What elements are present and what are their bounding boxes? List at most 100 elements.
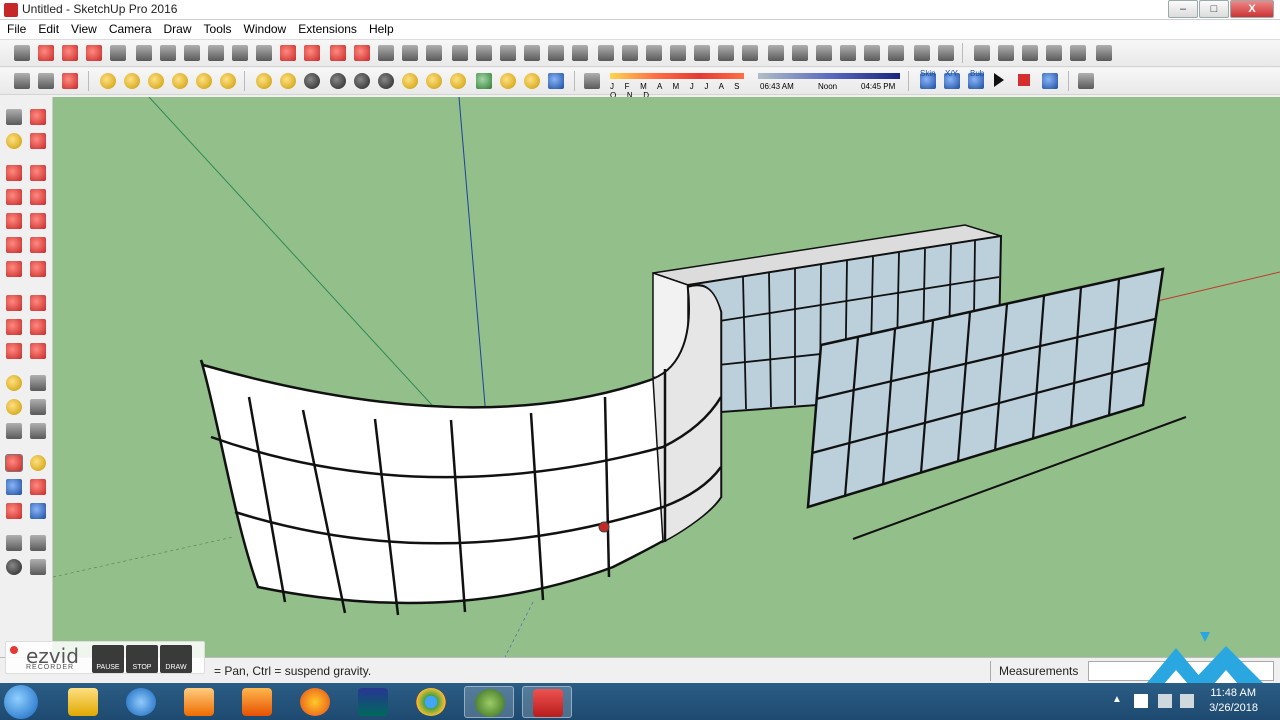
freehand-icon[interactable]: [30, 165, 46, 181]
two-point-arc-icon[interactable]: [30, 237, 46, 253]
previous-view-icon[interactable]: [30, 503, 46, 519]
render-rb-icon[interactable]: [354, 73, 370, 89]
stop-icon[interactable]: [1018, 74, 1030, 86]
polygon-icon[interactable]: [30, 213, 46, 229]
push-pull-icon[interactable]: [30, 295, 46, 311]
gear-render-icon[interactable]: [524, 73, 540, 89]
text-icon[interactable]: [30, 399, 46, 415]
cut-tool-icon[interactable]: [86, 45, 102, 61]
bars-tool-icon[interactable]: [792, 45, 808, 61]
extension-store-icon[interactable]: [1096, 45, 1112, 61]
render-rt-icon[interactable]: [330, 73, 346, 89]
curve-tool-icon[interactable]: [38, 45, 54, 61]
drawing-viewport[interactable]: [53, 97, 1280, 657]
maximize-button[interactable]: □: [1199, 0, 1229, 18]
array-tool-icon[interactable]: [426, 45, 442, 61]
ramp-tool-icon[interactable]: [548, 45, 564, 61]
share-model-icon[interactable]: [1046, 45, 1062, 61]
start-button[interactable]: [4, 685, 38, 719]
rectangle-icon[interactable]: [6, 189, 22, 205]
tape-measure-icon[interactable]: [6, 375, 22, 391]
camera-path-icon[interactable]: [1078, 73, 1094, 89]
sketchup-app-icon[interactable]: [4, 3, 18, 17]
circle-icon[interactable]: [6, 213, 22, 229]
lines-tool-icon[interactable]: [598, 45, 614, 61]
ezvid-pause-button[interactable]: PAUSE: [92, 645, 124, 673]
render-r-icon[interactable]: [304, 73, 320, 89]
dimension-icon[interactable]: [30, 375, 46, 391]
divide-tool-icon[interactable]: [378, 45, 394, 61]
protractor-icon[interactable]: [6, 399, 22, 415]
look-around-icon[interactable]: [30, 535, 46, 551]
pie-icon[interactable]: [30, 261, 46, 277]
close-button[interactable]: X: [1230, 0, 1274, 18]
target-icon[interactable]: [220, 73, 236, 89]
line-icon[interactable]: [6, 165, 22, 181]
mirror-tool-icon[interactable]: [622, 45, 638, 61]
section-plane-icon[interactable]: [62, 73, 78, 89]
shadow-time-slider[interactable]: 06:43 AM Noon 04:45 PM: [758, 70, 900, 93]
text-tool-icon[interactable]: [646, 45, 662, 61]
taskbar-sketchup[interactable]: [522, 686, 572, 718]
stretch-tool-icon[interactable]: [670, 45, 686, 61]
scale-icon[interactable]: [6, 343, 22, 359]
sparkle-icon[interactable]: [500, 73, 516, 89]
offset-icon[interactable]: [30, 343, 46, 359]
shape-tool-icon[interactable]: [136, 45, 152, 61]
taskbar-utorrent[interactable]: [464, 686, 514, 718]
follow-me-icon[interactable]: [30, 319, 46, 335]
zoom-icon[interactable]: [6, 479, 22, 495]
pillar-tool-icon[interactable]: [768, 45, 784, 61]
spiral-tool-icon[interactable]: [232, 45, 248, 61]
rotate-icon[interactable]: [6, 319, 22, 335]
make-component-icon[interactable]: [30, 109, 46, 125]
orbit-icon[interactable]: [14, 73, 30, 89]
label-tool-icon[interactable]: [476, 45, 492, 61]
components-icon[interactable]: [998, 45, 1014, 61]
select-icon[interactable]: [6, 109, 22, 125]
menu-camera[interactable]: Camera: [103, 20, 158, 38]
three-point-arc-icon[interactable]: [6, 261, 22, 277]
plant-icon[interactable]: [476, 73, 492, 89]
axes-icon[interactable]: [6, 423, 22, 439]
zoom-extents-icon[interactable]: [6, 503, 22, 519]
pin-icon[interactable]: [38, 73, 54, 89]
lathe-tool-icon[interactable]: [160, 45, 176, 61]
taskbar-app-ear[interactable]: [232, 686, 282, 718]
pan-icon[interactable]: [30, 455, 46, 471]
clock-time[interactable]: 11:48 AM: [1210, 687, 1256, 699]
layers-tool-icon[interactable]: [524, 45, 540, 61]
taskbar-chrome[interactable]: [406, 686, 456, 718]
paint-bucket-icon[interactable]: [6, 133, 22, 149]
rotated-rectangle-icon[interactable]: [30, 189, 46, 205]
move-icon[interactable]: [6, 295, 22, 311]
lamp-icon[interactable]: [172, 73, 188, 89]
chamfer-tool-icon[interactable]: [354, 45, 370, 61]
bulb-icon[interactable]: [196, 73, 212, 89]
render-m-icon[interactable]: [256, 73, 272, 89]
wave-tool-icon[interactable]: [864, 45, 880, 61]
minimize-button[interactable]: –: [1168, 0, 1198, 18]
walk-icon[interactable]: [6, 559, 22, 575]
taskbar-media-player[interactable]: [174, 686, 224, 718]
menu-view[interactable]: View: [65, 20, 103, 38]
spotlight-icon[interactable]: [124, 73, 140, 89]
menu-window[interactable]: Window: [238, 20, 293, 38]
render-globe-icon[interactable]: [378, 73, 394, 89]
menu-tools[interactable]: Tools: [198, 20, 238, 38]
joint-tool-icon[interactable]: [718, 45, 734, 61]
rotate-tool-icon[interactable]: [14, 45, 30, 61]
extrude-tool-icon[interactable]: [280, 45, 296, 61]
taskbar-ie[interactable]: [116, 686, 166, 718]
offset-tool-icon[interactable]: [256, 45, 272, 61]
menu-draw[interactable]: Draw: [158, 20, 198, 38]
menu-file[interactable]: File: [0, 20, 32, 38]
ezvid-draw-button[interactable]: DRAW: [160, 645, 192, 673]
scale-tool-icon[interactable]: [694, 45, 710, 61]
zoom-window-icon[interactable]: [30, 479, 46, 495]
position-camera-icon[interactable]: [6, 535, 22, 551]
orbit-tool-icon[interactable]: [5, 454, 23, 472]
clock-date[interactable]: 3/26/2018: [1209, 702, 1258, 714]
taskbar-app-video[interactable]: [348, 686, 398, 718]
triangle-tool-icon[interactable]: [572, 45, 588, 61]
